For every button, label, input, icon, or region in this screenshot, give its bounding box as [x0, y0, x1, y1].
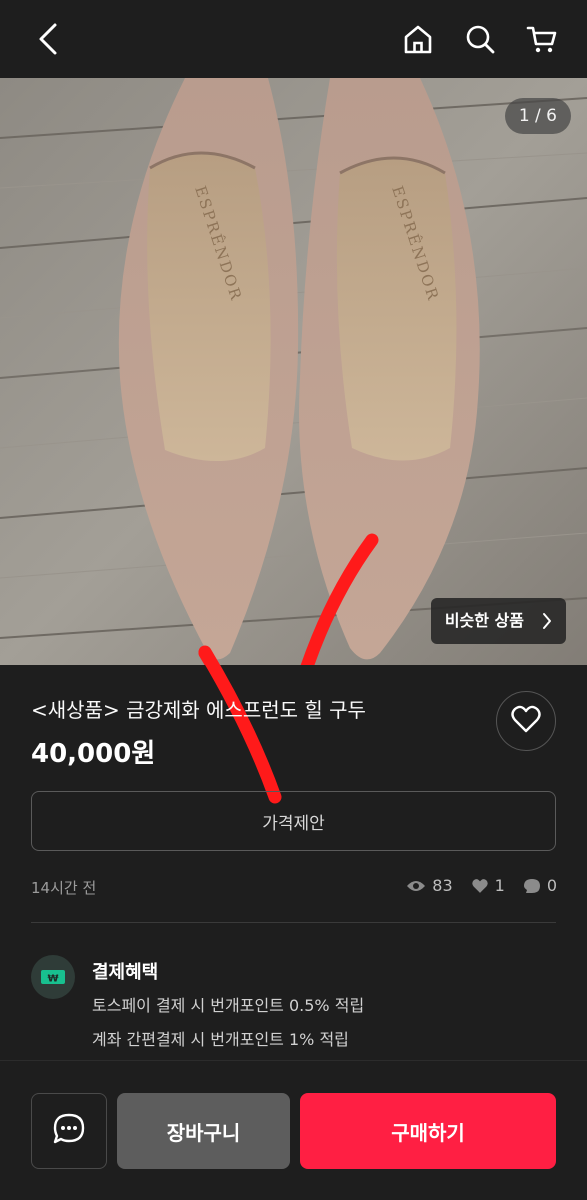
chat-button[interactable] — [31, 1093, 107, 1169]
chats-count: 0 — [546, 876, 557, 895]
posted-time: 14시간 전 — [31, 879, 97, 897]
won-coupon-icon: ₩ — [31, 955, 75, 999]
chat-bubble-icon — [523, 878, 541, 894]
image-counter: 1 / 6 — [504, 98, 571, 134]
benefit-line: 토스페이 결제 시 번개포인트 0.5% 적립 — [92, 996, 365, 1015]
benefit-line: 계좌 간편결제 시 번개포인트 1% 적립 — [92, 1030, 349, 1049]
eye-icon — [406, 879, 426, 893]
chat-icon — [52, 1112, 86, 1150]
back-icon[interactable] — [28, 19, 68, 59]
product-stats: 83 1 0 — [406, 876, 557, 895]
top-bar — [0, 0, 587, 78]
divider — [31, 922, 556, 923]
product-price: 40,000원 — [31, 739, 156, 769]
heart-filled-icon — [471, 878, 489, 894]
product-title: <새상품> 금강제화 에스프런도 힐 구두 — [31, 698, 366, 722]
cart-icon[interactable] — [522, 19, 562, 59]
similar-products-label: 비슷한 상품 — [444, 611, 524, 630]
svg-text:₩: ₩ — [47, 974, 58, 985]
buy-button[interactable]: 구매하기 — [300, 1093, 556, 1169]
benefit-title: 결제혜택 — [92, 962, 159, 983]
similar-products-button[interactable]: 비슷한 상품 — [430, 598, 566, 644]
search-icon[interactable] — [460, 19, 500, 59]
home-icon[interactable] — [398, 19, 438, 59]
price-offer-button[interactable]: 가격제안 — [31, 791, 556, 851]
views-count: 83 — [432, 876, 453, 895]
likes-count: 1 — [494, 876, 505, 895]
heart-icon — [511, 705, 541, 737]
add-to-cart-button[interactable]: 장바구니 — [117, 1093, 290, 1169]
product-photo[interactable]: ESPRÊNDOR ESPRÊNDOR — [0, 78, 587, 665]
like-button[interactable] — [496, 691, 556, 751]
